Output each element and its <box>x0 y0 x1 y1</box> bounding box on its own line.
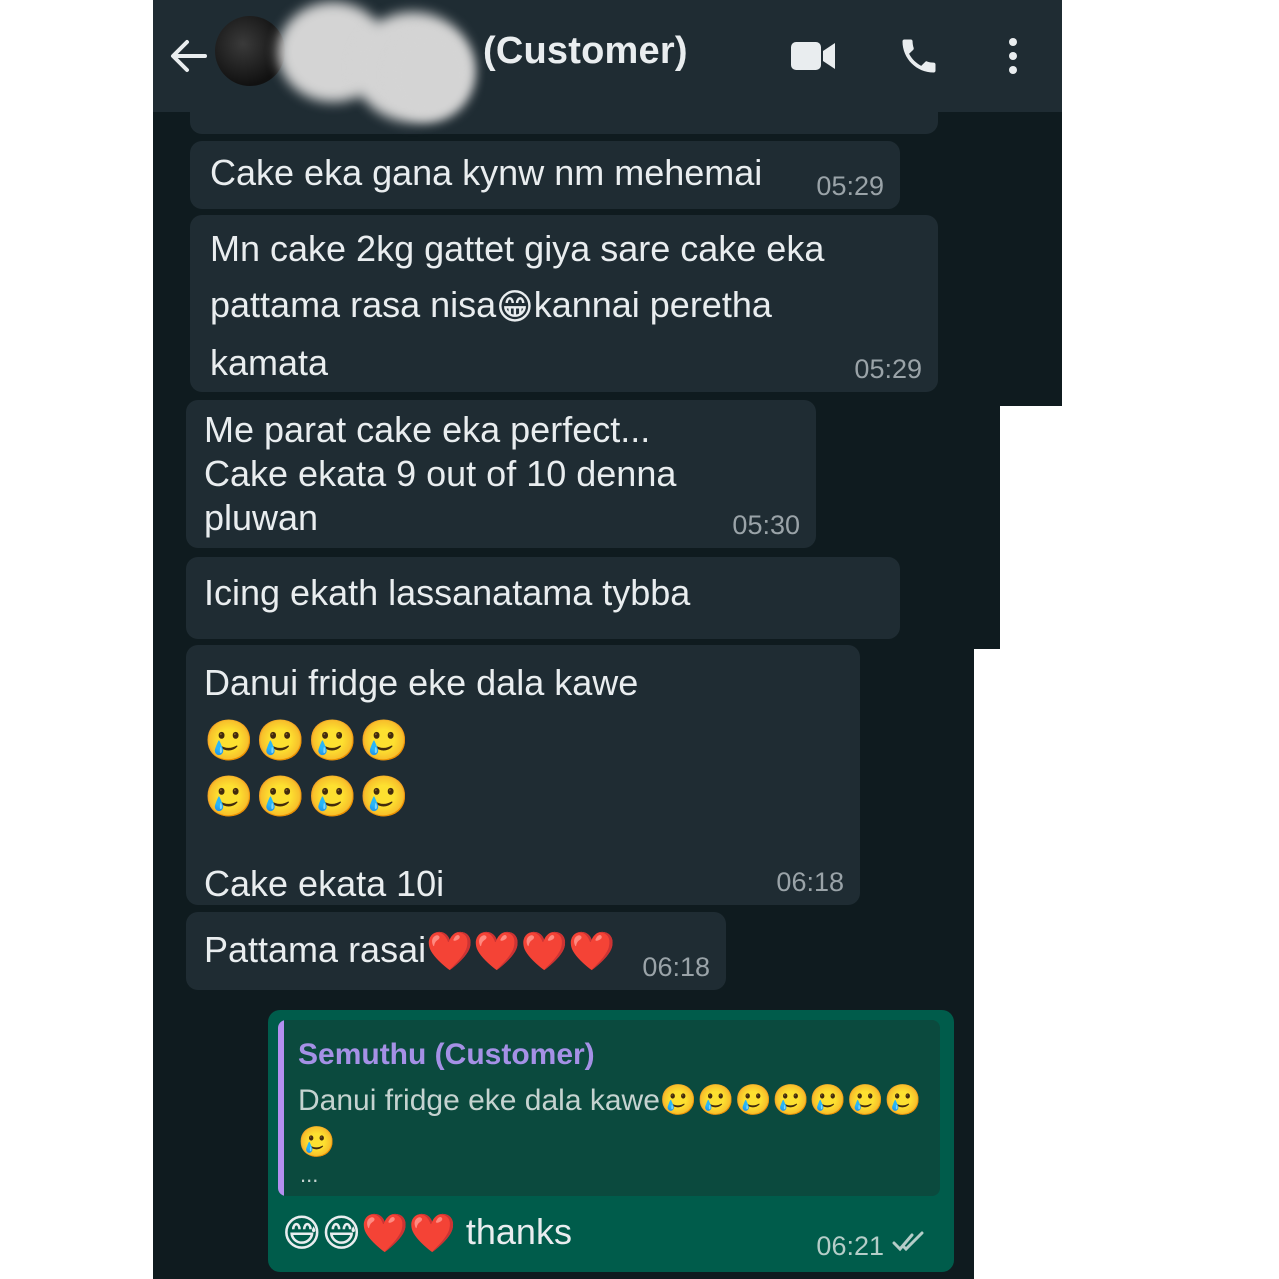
quoted-sender-name: Semuthu (Customer) <box>298 1038 595 1071</box>
message-line: kamata <box>210 342 329 384</box>
grinning-sweat-emoji: 😅😅❤️❤️ <box>282 1213 456 1256</box>
message-bubble[interactable]: Icing ekath lassanatama tybba <box>186 557 900 639</box>
message-line: pattama rasa nisa😁kannai peretha <box>210 277 918 335</box>
message-line: Mn cake 2kg gattet giya sare cake eka <box>210 228 825 269</box>
message-time: 06:18 <box>776 867 844 897</box>
reply-text: thanks <box>465 1211 572 1252</box>
message-time: 05:30 <box>732 510 800 540</box>
message-time: 06:21 <box>816 1231 884 1261</box>
quoted-message-text: Danui fridge eke dala kawe <box>298 1084 660 1117</box>
message-line: 🥲🥲🥲🥲 <box>204 775 412 820</box>
double-check-icon <box>892 1231 926 1258</box>
arrow-left-icon[interactable] <box>169 36 209 76</box>
message-line: Danui fridge eke dala kawe 🥲🥲🥲🥲 <box>204 655 842 769</box>
message-time: 05:29 <box>816 171 884 201</box>
message-time: 06:18 <box>642 952 710 982</box>
message-bubble[interactable]: Cake eka gana kynw nm mehemai 05:29 <box>190 141 900 209</box>
message-line: Pattama rasai❤️❤️❤️❤️ <box>204 922 708 980</box>
reply-line: 😅😅❤️❤️ thanks <box>282 1204 572 1262</box>
message-bubble[interactable]: Mn cake 2kg gattet giya sare cake eka pa… <box>190 215 938 392</box>
message-bubble[interactable]: Pattama rasai❤️❤️❤️❤️ 06:18 <box>186 912 726 990</box>
message-line: Me parat cake eka perfect... <box>204 409 651 450</box>
message-text: Cake eka gana kynw nm mehemai <box>210 152 763 193</box>
outgoing-message-bubble[interactable]: Semuthu (Customer) Danui fridge eke dala… <box>268 1010 954 1272</box>
message-text: pattama rasa nisa <box>210 284 497 325</box>
avatar[interactable] <box>215 16 285 86</box>
message-text: kannai peretha <box>533 284 772 325</box>
chat-title[interactable]: (Customer) <box>483 30 688 73</box>
redacted-name-blur <box>388 30 473 120</box>
message-line: Cake ekata 9 out of 10 denna pluwan <box>204 453 677 538</box>
message-text: Icing ekath lassanatama tybba <box>204 572 691 613</box>
more-vert-icon[interactable] <box>1005 36 1021 81</box>
quoted-text: Danui fridge eke dala kawe🥲🥲🥲🥲🥲🥲🥲 🥲 <box>298 1080 928 1164</box>
message-text: Danui fridge eke dala kawe <box>204 662 639 703</box>
message-bubble[interactable]: Danui fridge eke dala kawe 🥲🥲🥲🥲 🥲🥲🥲🥲 Cake… <box>186 645 860 946</box>
quote-accent-bar <box>278 1020 284 1196</box>
message-time: 05:29 <box>854 354 922 384</box>
smiling-face-with-tear-emoji: 🥲 <box>298 1126 336 1159</box>
grinning-face-emoji: 😁 <box>496 286 534 328</box>
voice-call-icon[interactable] <box>897 34 941 83</box>
message-line: Cake ekata 10i <box>204 863 445 905</box>
smiling-face-with-tear-emoji: 🥲🥲🥲🥲🥲🥲🥲 <box>659 1084 922 1117</box>
red-heart-emoji: ❤️❤️❤️❤️ <box>426 931 616 974</box>
chat-header: (Customer) <box>153 0 1062 122</box>
quoted-message[interactable]: Semuthu (Customer) Danui fridge eke dala… <box>278 1020 940 1196</box>
smiling-face-with-tear-emoji: 🥲🥲🥲🥲 <box>204 719 412 764</box>
message-text: Pattama rasai <box>204 929 427 970</box>
video-call-icon[interactable] <box>789 38 837 79</box>
message-bubble[interactable]: Me parat cake eka perfect... Cake ekata … <box>186 400 816 548</box>
quoted-ellipsis: ... <box>300 1162 319 1187</box>
